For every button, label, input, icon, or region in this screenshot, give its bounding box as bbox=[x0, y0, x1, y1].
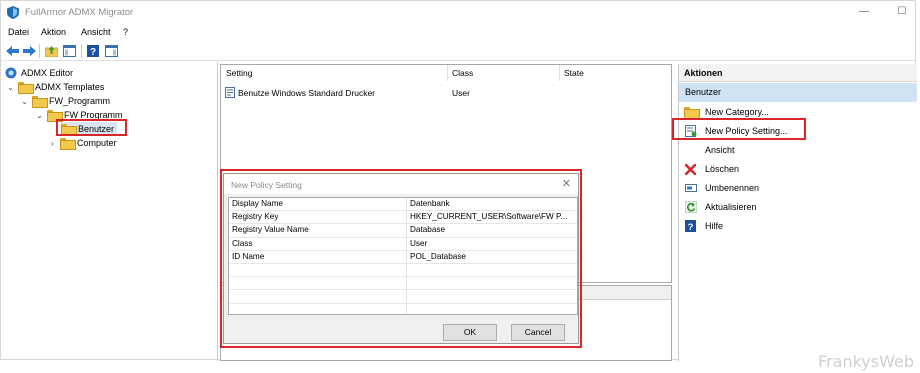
action-label: Umbenennen bbox=[705, 183, 760, 193]
action-label: New Category... bbox=[705, 107, 769, 117]
show-hide-action-pane-icon[interactable] bbox=[104, 44, 118, 58]
app-icon bbox=[7, 6, 19, 19]
actions-header: Aktionen bbox=[679, 64, 917, 82]
tree-pane: ADMX Editor ⌄ ADMX Templates ⌄ FW_Progra… bbox=[1, 62, 218, 361]
column-header-state[interactable]: State bbox=[564, 68, 584, 78]
tree-item-admx-editor[interactable]: ADMX Editor bbox=[5, 66, 73, 80]
main-window: FullArmor ADMX Migrator — ☐ Datei Aktion… bbox=[0, 0, 917, 361]
folder-icon bbox=[32, 96, 48, 108]
tree-label: ADMX Templates bbox=[35, 82, 105, 92]
menu-help[interactable]: ? bbox=[123, 27, 128, 37]
admx-editor-icon bbox=[5, 67, 17, 79]
action-aktualisieren[interactable]: Aktualisieren bbox=[684, 199, 757, 215]
column-header-setting[interactable]: Setting bbox=[226, 68, 252, 78]
action-label: Ansicht bbox=[705, 145, 735, 155]
folder-icon bbox=[60, 138, 76, 150]
tree-label: FW_Programm bbox=[49, 96, 111, 106]
tree-item-admx-templates[interactable]: ⌄ ADMX Templates bbox=[6, 80, 104, 94]
chevron-down-icon[interactable]: ⌄ bbox=[6, 83, 15, 92]
chevron-right-icon[interactable]: › bbox=[48, 139, 57, 148]
action-loeschen[interactable]: Löschen bbox=[684, 161, 739, 177]
chevron-down-icon[interactable]: ⌄ bbox=[20, 97, 29, 106]
folder-icon bbox=[18, 82, 34, 94]
action-ansicht[interactable]: Ansicht bbox=[705, 142, 735, 158]
policy-setting-icon bbox=[225, 87, 235, 98]
setting-name: Benutze Windows Standard Drucker bbox=[238, 87, 376, 98]
watermark: FrankysWeb bbox=[818, 352, 914, 371]
highlight-benutzer bbox=[56, 119, 127, 136]
list-item[interactable]: Benutze Windows Standard Drucker bbox=[225, 87, 375, 98]
window-title: FullArmor ADMX Migrator bbox=[25, 7, 134, 18]
menu-aktion[interactable]: Aktion bbox=[41, 27, 66, 37]
help-book-icon[interactable]: ? bbox=[86, 44, 100, 58]
column-header-class[interactable]: Class bbox=[452, 68, 473, 78]
chevron-down-icon[interactable]: ⌄ bbox=[35, 111, 44, 120]
delete-x-icon bbox=[684, 163, 697, 176]
tree-item-fw-programm[interactable]: ⌄ FW_Programm bbox=[20, 94, 110, 108]
up-folder-icon[interactable] bbox=[44, 44, 58, 58]
actions-pane: Aktionen Benutzer New Category... New Po… bbox=[678, 64, 917, 361]
menu-datei[interactable]: Datei bbox=[8, 27, 29, 37]
toolbar-separator bbox=[81, 44, 82, 58]
forward-arrow-icon[interactable] bbox=[22, 44, 36, 58]
menu-ansicht[interactable]: Ansicht bbox=[81, 27, 111, 37]
folder-icon bbox=[684, 106, 700, 119]
column-divider[interactable] bbox=[447, 65, 448, 81]
toolbar: ? bbox=[1, 41, 915, 61]
help-icon: ? bbox=[684, 220, 697, 233]
tree-item-computer[interactable]: › Computer bbox=[48, 136, 117, 150]
svg-text:?: ? bbox=[688, 222, 694, 232]
tree-label: Computer bbox=[77, 138, 117, 148]
column-divider[interactable] bbox=[559, 65, 560, 81]
setting-class: User bbox=[452, 88, 470, 98]
toolbar-separator bbox=[39, 44, 40, 58]
action-hilfe[interactable]: ? Hilfe bbox=[684, 218, 723, 234]
action-label: Aktualisieren bbox=[705, 202, 757, 212]
highlight-dialog bbox=[220, 169, 582, 348]
action-label: Löschen bbox=[705, 164, 740, 174]
show-hide-tree-icon[interactable] bbox=[62, 44, 76, 58]
maximize-icon[interactable]: ☐ bbox=[894, 5, 910, 19]
tree-label: ADMX Editor bbox=[21, 68, 74, 78]
back-arrow-icon[interactable] bbox=[5, 44, 19, 58]
action-umbenennen[interactable]: Umbenennen bbox=[684, 180, 759, 196]
actions-section-benutzer[interactable]: Benutzer bbox=[679, 83, 917, 102]
highlight-new-policy-setting bbox=[672, 118, 806, 140]
minimize-icon[interactable]: — bbox=[856, 5, 872, 19]
svg-text:?: ? bbox=[90, 47, 96, 57]
rename-icon bbox=[684, 182, 697, 195]
action-label: Hilfe bbox=[705, 221, 724, 231]
refresh-icon bbox=[684, 201, 697, 214]
title-bar: FullArmor ADMX Migrator — ☐ bbox=[1, 1, 915, 25]
menu-bar: Datei Aktion Ansicht ? bbox=[1, 25, 915, 41]
